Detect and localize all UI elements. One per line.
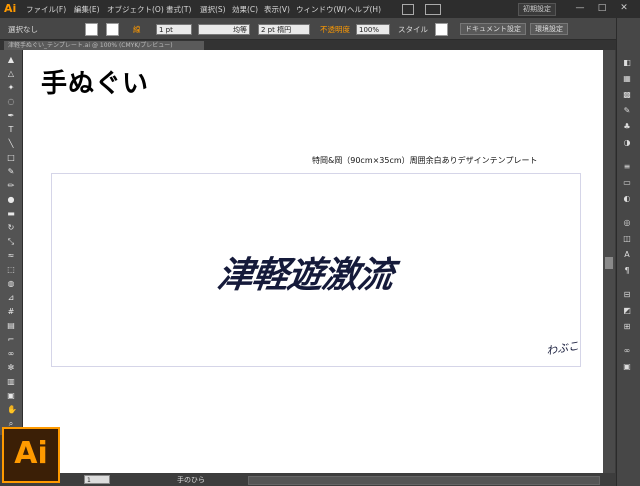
document-tab[interactable]: 津軽手ぬぐい_テンプレート.ai @ 100% (CMYK/プレビュー) [4,41,204,50]
calligraphy-text: 津軽遊激流 [214,254,396,296]
menu-object[interactable]: オブジェクト(O) [107,4,164,15]
menu-select[interactable]: 選択(S) [200,4,226,15]
color-guide-icon[interactable]: ▦ [622,74,632,83]
blend-icon[interactable]: ∞ [7,350,15,358]
align-icon[interactable]: ⊟ [622,290,632,299]
swatches-icon[interactable]: ▩ [622,90,632,99]
gradient-icon[interactable]: ▤ [7,322,15,330]
menu-type[interactable]: 書式(T) [166,4,191,15]
links-icon[interactable]: ∞ [622,346,632,355]
direct-selection-icon[interactable]: △ [7,70,15,78]
type-icon[interactable]: T [7,126,15,134]
color-panel-icon[interactable]: ◧ [622,58,632,67]
brushes-icon[interactable]: ✎ [622,106,632,115]
menu-window[interactable]: ウィンドウ(W) [296,4,347,15]
stroke-panel-icon[interactable]: ≡ [622,162,632,171]
template-spec-text: 特岡&岡（90cm×35cm）周囲余白ありデザインテンプレート [312,156,538,165]
transparency-icon[interactable]: ◐ [622,194,632,203]
column-graph-icon[interactable]: ▥ [7,378,15,386]
selection-status: 選択なし [8,25,38,34]
artboard-icon[interactable]: ▣ [7,392,15,400]
menu-help[interactable]: ヘルプ(H) [347,4,381,15]
appearance-icon[interactable]: ◎ [622,218,632,227]
status-tool-name: 手のひら [177,476,205,484]
stroke-profile-dropdown[interactable]: 均等 [198,24,250,35]
pathfinder-icon[interactable]: ◩ [622,306,632,315]
document-setup-button[interactable]: ドキュメント設定 [460,23,526,35]
pencil-icon[interactable]: ✏ [7,182,15,190]
symbol-sprayer-icon[interactable]: ✼ [7,364,15,372]
close-button[interactable]: ✕ [614,2,634,15]
app-logo: Ai [4,2,17,15]
opacity-field[interactable]: 100% [356,24,390,35]
graphic-styles-icon[interactable]: ◑ [622,138,632,147]
horizontal-scrollbar[interactable] [248,476,600,485]
rectangle-icon[interactable]: □ [7,154,15,162]
workspace-switcher[interactable]: 初期設定 [518,3,556,16]
minimize-button[interactable]: — [570,2,590,15]
symbols-icon[interactable]: ♣ [622,122,632,131]
lasso-icon[interactable]: ◌ [7,98,15,106]
transform-icon[interactable]: ⊞ [622,322,632,331]
character-icon[interactable]: A [622,250,632,259]
blob-brush-icon[interactable]: ● [7,196,15,204]
brush-dropdown[interactable]: 2 pt 楕円 [258,24,310,35]
zoom-field[interactable]: 1 [84,475,110,484]
arrange-documents-icon[interactable] [425,4,441,15]
layers-icon[interactable]: ◫ [622,234,632,243]
artboards-icon[interactable]: ▣ [622,362,632,371]
selection-icon[interactable]: ▲ [7,56,15,64]
preferences-button[interactable]: 環境設定 [530,23,568,35]
page-title: 手ぬぐい [41,69,150,99]
stroke-weight-field[interactable]: 1 pt [156,24,192,35]
paintbrush-icon[interactable]: ✎ [7,168,15,176]
magic-wand-icon[interactable]: ✦ [7,84,15,92]
menu-effect[interactable]: 効果(C) [232,4,258,15]
maximize-button[interactable]: □ [592,2,612,15]
opacity-label[interactable]: 不透明度 [320,24,350,35]
paragraph-icon[interactable]: ¶ [622,266,632,275]
line-icon[interactable]: ╲ [7,140,15,148]
fill-swatch[interactable] [85,23,98,36]
vertical-scroll-thumb[interactable] [605,257,613,269]
eyedropper-icon[interactable]: ⌐ [7,336,15,344]
hand-icon[interactable]: ✋ [7,406,17,414]
window-controls: — □ ✕ [566,2,638,16]
style-label: スタイル [398,25,428,34]
graphic-style-swatch[interactable] [435,23,448,36]
bridge-icon[interactable] [402,4,414,15]
stroke-label[interactable]: 線 [133,24,141,35]
mesh-icon[interactable]: # [7,308,15,316]
stroke-swatch[interactable] [106,23,119,36]
eraser-icon[interactable]: ▬ [7,210,15,218]
shape-builder-icon[interactable]: ◍ [7,280,15,288]
gradient-panel-icon[interactable]: ▭ [622,178,632,187]
menu-view[interactable]: 表示(V) [264,4,290,15]
warp-icon[interactable]: ≈ [7,252,15,260]
rotate-icon[interactable]: ↻ [7,224,15,232]
perspective-icon[interactable]: ⊿ [7,294,15,302]
menu-file[interactable]: ファイル(F) [26,4,66,15]
pen-icon[interactable]: ✒ [7,112,15,120]
free-transform-icon[interactable]: ⬚ [7,266,15,274]
menu-edit[interactable]: 編集(E) [74,4,100,15]
illustrator-logo: Ai [2,427,60,483]
scale-icon[interactable]: ⤡ [7,238,15,246]
